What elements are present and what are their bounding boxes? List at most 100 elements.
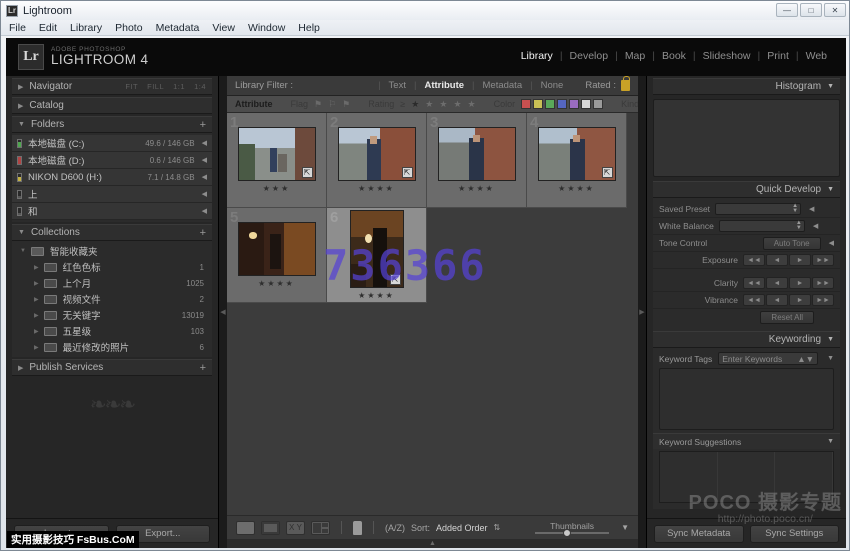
- survey-view-icon[interactable]: [311, 521, 330, 535]
- grid-cell[interactable]: 5 ★★★★: [227, 208, 327, 303]
- keyword-suggestions-grid[interactable]: [659, 451, 834, 503]
- badge-crop-icon[interactable]: ⇱: [402, 167, 413, 178]
- folder-row[interactable]: 上 ◀: [12, 186, 212, 203]
- grid-cell-selected[interactable]: 6 ⇱ ★★★★: [327, 208, 427, 303]
- left-panel-collapse-handle[interactable]: ◀: [219, 76, 227, 548]
- collection-item[interactable]: ▶ 上个月 1025: [12, 275, 212, 291]
- photo-thumbnail[interactable]: [238, 222, 316, 276]
- folder-row[interactable]: NIKON D600 (H:) 7.1 / 14.8 GB ◀: [12, 169, 212, 186]
- thumbnail-rating[interactable]: ★★★★: [358, 291, 395, 300]
- collapse-icon[interactable]: ◀: [829, 239, 834, 247]
- add-collection-icon[interactable]: +: [200, 227, 206, 239]
- photo-thumbnail[interactable]: [438, 127, 516, 181]
- reset-all-button[interactable]: Reset All: [760, 311, 814, 324]
- keywording-header[interactable]: Keywording ▼: [653, 331, 840, 348]
- flag-unflagged-icon[interactable]: ⚐: [328, 99, 336, 109]
- vibrance-plus[interactable]: ►: [789, 294, 811, 306]
- exposure-plus[interactable]: ►: [789, 254, 811, 266]
- close-button[interactable]: ✕: [824, 3, 846, 17]
- keyword-list-box[interactable]: [659, 368, 834, 430]
- chevron-down-icon[interactable]: ▼: [827, 355, 834, 362]
- rating-star-1[interactable]: ★: [411, 99, 419, 110]
- collapse-icon[interactable]: ◀: [202, 207, 207, 215]
- menu-metadata[interactable]: Metadata: [156, 22, 200, 34]
- vibrance-minus[interactable]: ◄: [766, 294, 788, 306]
- photo-thumbnail[interactable]: ⇱: [238, 127, 316, 181]
- grid-view-icon[interactable]: [236, 521, 255, 535]
- color-swatch-none[interactable]: [581, 99, 591, 109]
- histogram-display[interactable]: [653, 99, 840, 177]
- thumbnail-rating[interactable]: ★★★: [263, 184, 291, 193]
- lock-icon[interactable]: [621, 80, 630, 91]
- clarity-stepper[interactable]: ◄◄ ◄ ► ►►: [743, 277, 834, 289]
- identity-plate[interactable]: Lr ADOBE PHOTOSHOP LIGHTROOM 4: [18, 44, 148, 70]
- collection-item[interactable]: ▶ 五星级 103: [12, 323, 212, 339]
- clarity-minus-big[interactable]: ◄◄: [743, 277, 765, 289]
- maximize-button[interactable]: □: [800, 3, 822, 17]
- exposure-plus-big[interactable]: ►►: [812, 254, 834, 266]
- collapse-icon[interactable]: ◀: [202, 190, 207, 198]
- folder-row[interactable]: 和 ◀: [12, 203, 212, 220]
- badge-crop-icon[interactable]: ⇱: [602, 167, 613, 178]
- menu-help[interactable]: Help: [298, 22, 320, 34]
- flag-pick-icon[interactable]: ⚑: [314, 99, 322, 109]
- clarity-minus[interactable]: ◄: [766, 277, 788, 289]
- color-swatch-purple[interactable]: [569, 99, 579, 109]
- thumbnail-rating[interactable]: ★★★★: [258, 279, 295, 288]
- right-panel-collapse-handle[interactable]: ▶: [638, 76, 646, 548]
- vibrance-plus-big[interactable]: ►►: [812, 294, 834, 306]
- collection-item[interactable]: ▶ 无关键字 13019: [12, 307, 212, 323]
- filter-tab-attribute[interactable]: Attribute: [416, 80, 472, 91]
- color-swatch-blue[interactable]: [557, 99, 567, 109]
- module-web[interactable]: Web: [799, 50, 834, 62]
- chevron-down-icon[interactable]: ▼: [827, 186, 834, 193]
- rating-star-5[interactable]: ★: [468, 99, 476, 110]
- badge-crop-icon[interactable]: ⇱: [390, 274, 401, 285]
- exposure-minus-big[interactable]: ◄◄: [743, 254, 765, 266]
- thumbnail-size-slider[interactable]: Thumbnails: [535, 521, 609, 534]
- collapse-icon[interactable]: ◀: [813, 222, 818, 230]
- keyword-suggestions-header[interactable]: Keyword Suggestions ▼: [653, 433, 840, 449]
- spinner-icon[interactable]: ▲▼: [797, 354, 814, 364]
- menu-library[interactable]: Library: [70, 22, 102, 34]
- zoom-fill[interactable]: FILL: [147, 82, 164, 91]
- smart-collection-set[interactable]: ▼ 智能收藏夹: [12, 243, 212, 259]
- folder-row[interactable]: 本地磁盘 (C:) 49.6 / 146 GB ◀: [12, 135, 212, 152]
- vibrance-stepper[interactable]: ◄◄ ◄ ► ►►: [743, 294, 834, 306]
- vibrance-minus-big[interactable]: ◄◄: [743, 294, 765, 306]
- collapse-icon[interactable]: ◀: [202, 139, 207, 147]
- color-swatch-green[interactable]: [545, 99, 555, 109]
- white-balance-select[interactable]: ▲▼: [719, 220, 805, 232]
- filter-tab-metadata[interactable]: Metadata: [475, 80, 531, 91]
- chevron-down-icon[interactable]: ▼: [827, 336, 834, 343]
- color-swatch-custom[interactable]: [593, 99, 603, 109]
- add-folder-icon[interactable]: +: [200, 119, 206, 131]
- suggestion-slot[interactable]: [775, 452, 833, 502]
- thumbnail-rating[interactable]: ★★★★: [558, 184, 595, 193]
- compare-view-icon[interactable]: X Y: [286, 521, 305, 535]
- spray-can-icon[interactable]: [353, 521, 362, 535]
- sync-metadata-button[interactable]: Sync Metadata: [654, 525, 744, 543]
- sort-direction-icon[interactable]: (A/Z): [385, 523, 405, 533]
- grid-cell[interactable]: 3 ★★★★: [427, 113, 527, 208]
- photo-thumbnail[interactable]: ⇱: [350, 210, 404, 288]
- module-develop[interactable]: Develop: [563, 50, 616, 62]
- chevron-down-icon[interactable]: ▼: [827, 83, 834, 90]
- color-swatch-yellow[interactable]: [533, 99, 543, 109]
- collection-item[interactable]: ▶ 红色色标 1: [12, 259, 212, 275]
- navigator-header[interactable]: ▶ Navigator FIT FILL 1:1 1:4: [12, 78, 212, 95]
- zoom-1-4[interactable]: 1:4: [194, 82, 206, 91]
- loupe-view-icon[interactable]: [261, 521, 280, 535]
- suggestion-slot[interactable]: [718, 452, 776, 502]
- menu-photo[interactable]: Photo: [115, 22, 142, 34]
- flag-reject-icon[interactable]: ⚑: [342, 99, 350, 109]
- color-swatch-red[interactable]: [521, 99, 531, 109]
- slider-track[interactable]: [535, 532, 609, 534]
- catalog-header[interactable]: ▶ Catalog: [12, 97, 212, 114]
- menu-file[interactable]: File: [9, 22, 26, 34]
- toolbar-chevron-down-icon[interactable]: ▼: [621, 523, 629, 532]
- menu-edit[interactable]: Edit: [39, 22, 57, 34]
- publish-services-header[interactable]: ▶ Publish Services +: [12, 359, 212, 376]
- minimize-button[interactable]: —: [776, 3, 798, 17]
- module-library[interactable]: Library: [514, 50, 560, 62]
